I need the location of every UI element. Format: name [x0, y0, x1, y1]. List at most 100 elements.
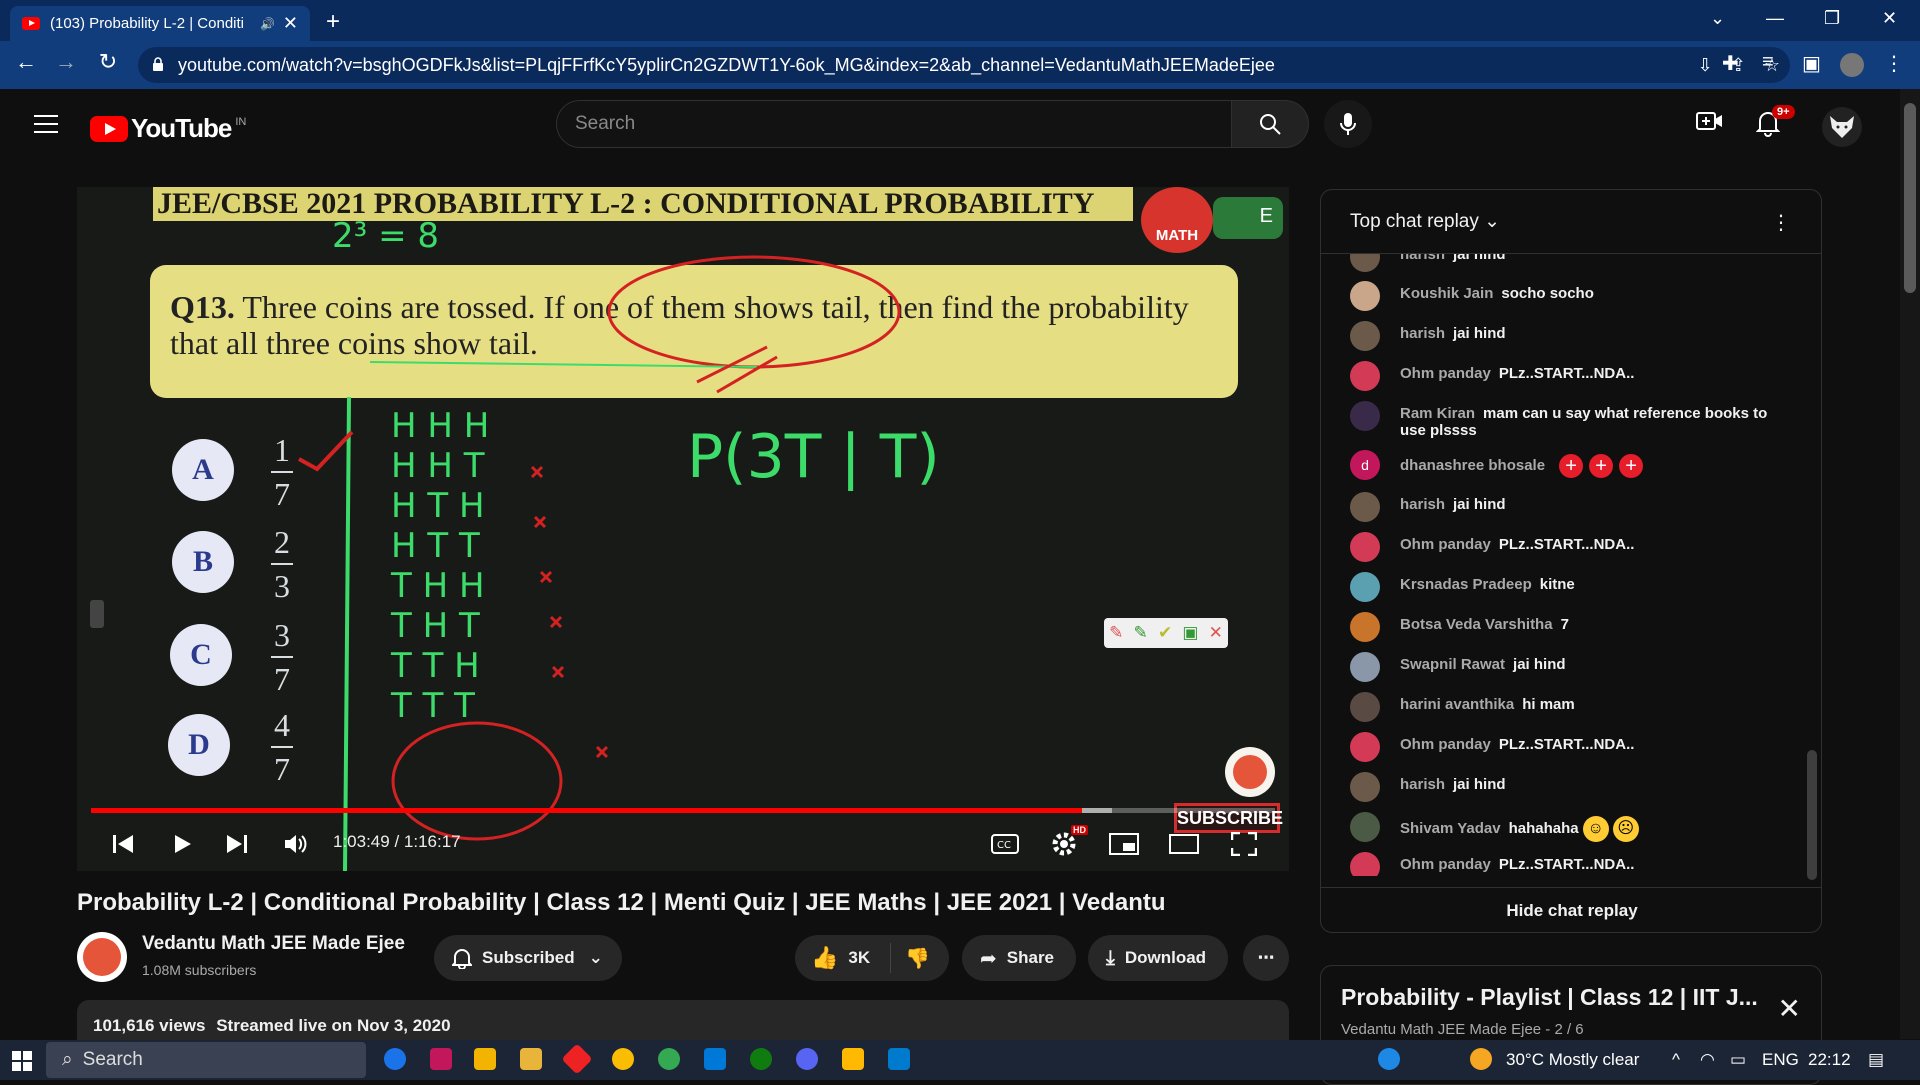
battery-icon[interactable]: ▭	[1730, 1050, 1746, 1070]
app-icon[interactable]	[430, 1048, 452, 1070]
chat-message[interactable]: harish jai hind	[1350, 254, 1780, 272]
theater-mode-button[interactable]	[1169, 823, 1199, 865]
page-scrollbar[interactable]	[1900, 89, 1920, 1039]
git-icon[interactable]	[561, 1043, 593, 1075]
language-indicator[interactable]: ENG	[1762, 1050, 1799, 1070]
monitor-app-icon[interactable]	[704, 1048, 726, 1070]
vscode-icon[interactable]	[888, 1048, 910, 1070]
like-dislike-group: 👍 3K 👎	[795, 935, 949, 981]
xbox-icon[interactable]	[750, 1048, 772, 1070]
chat-message[interactable]: Botsa Veda Varshitha 7	[1350, 612, 1780, 642]
channel-name[interactable]: Vedantu Math JEE Made Ejee	[142, 933, 405, 955]
chat-message[interactable]: harish jai hind	[1350, 321, 1780, 351]
chrome-profile-icon[interactable]	[658, 1048, 680, 1070]
clock[interactable]: 22:12	[1808, 1050, 1851, 1070]
discord-icon[interactable]	[796, 1048, 818, 1070]
chat-mode-dropdown[interactable]: Top chat replay ⌄	[1350, 210, 1500, 233]
subscribed-button[interactable]: Subscribed ⌄	[434, 935, 622, 981]
weather-text[interactable]: 30°C Mostly clear	[1506, 1050, 1639, 1070]
download-button[interactable]: ⤓ Download	[1088, 935, 1228, 981]
chat-message[interactable]: Koushik Jain socho socho	[1350, 281, 1780, 311]
chat-message[interactable]: Krsnadas Pradeep kitne	[1350, 572, 1780, 602]
chat-message[interactable]: Ram Kiran mam can u say what reference bo…	[1350, 401, 1780, 439]
new-tab-button[interactable]: +	[326, 8, 340, 36]
chat-message[interactable]: Ohm panday PLz..START...NDA..	[1350, 852, 1780, 876]
chat-message[interactable]: harish jai hind	[1350, 772, 1780, 802]
close-window-button[interactable]: ✕	[1882, 8, 1897, 29]
chat-message[interactable]: harish jai hind	[1350, 492, 1780, 522]
chat-message-body: harish jai hind	[1400, 776, 1506, 793]
youtube-logo[interactable]: YouTube IN	[90, 113, 246, 144]
search-input[interactable]: Search	[556, 100, 1232, 148]
chat-more-icon[interactable]: ⋮	[1771, 210, 1791, 235]
next-button[interactable]	[225, 823, 249, 865]
voice-search-button[interactable]	[1324, 100, 1372, 148]
chat-message[interactable]: Ohm panday PLz..START...NDA..	[1350, 361, 1780, 391]
like-button[interactable]: 👍 3K	[795, 943, 891, 973]
volume-button[interactable]	[283, 823, 309, 865]
wifi-icon[interactable]: ◠	[1700, 1050, 1715, 1070]
speaker-icon[interactable]: 🔊	[260, 17, 275, 31]
file-explorer-icon[interactable]	[520, 1048, 542, 1070]
channel-avatar[interactable]	[77, 932, 127, 982]
highlighter-tool-icon[interactable]: ✔	[1158, 623, 1172, 643]
share-button[interactable]: ➦ Share	[962, 935, 1076, 981]
notifications-icon[interactable]: ▤	[1868, 1050, 1884, 1070]
marker-tool-icon[interactable]: ✎	[1134, 623, 1148, 643]
media-queue-icon[interactable]: ≡	[1762, 51, 1774, 74]
tray-chevron-icon[interactable]: ^	[1672, 1050, 1680, 1070]
stack-app-icon[interactable]	[842, 1048, 864, 1070]
store-icon[interactable]	[474, 1048, 496, 1070]
close-playlist-icon[interactable]: ✕	[1778, 992, 1801, 1025]
edge-icon[interactable]	[384, 1048, 406, 1070]
chat-message-list[interactable]: harish jai hind Koushik Jain socho socho har…	[1321, 254, 1811, 876]
forward-button[interactable]: →	[46, 49, 86, 75]
settings-button[interactable]: HD	[1051, 823, 1088, 865]
taskbar-search[interactable]: ⌕ Search	[46, 1042, 366, 1078]
account-avatar[interactable]	[1822, 107, 1862, 147]
chat-message[interactable]: Shivam Yadav hahahaha ☺ ☹	[1350, 812, 1780, 842]
video-player[interactable]: JEE/CBSE 2021 PROBABILITY L-2 : CONDITIO…	[77, 187, 1289, 871]
windows-start-icon[interactable]	[12, 1051, 32, 1071]
playlist-title[interactable]: Probability - Playlist | Class 12 | IIT …	[1341, 984, 1761, 1011]
side-panel-icon[interactable]: ▣	[1802, 51, 1821, 76]
play-button[interactable]	[173, 823, 193, 865]
hide-chat-replay-button[interactable]: Hide chat replay	[1321, 887, 1821, 932]
install-app-icon[interactable]: ⇩	[1698, 55, 1713, 76]
scrollbar-thumb[interactable]	[1904, 103, 1916, 293]
side-drawer-handle[interactable]	[90, 600, 104, 628]
browser-menu-icon[interactable]: ⋮	[1884, 51, 1904, 76]
more-actions-button[interactable]: ⋯	[1243, 935, 1289, 981]
extensions-icon[interactable]: ✚	[1722, 51, 1739, 76]
reload-button[interactable]: ↻	[88, 49, 128, 75]
save-tool-icon[interactable]: ▣	[1182, 623, 1198, 643]
tab-close-icon[interactable]: ✕	[283, 13, 298, 34]
chat-message[interactable]: Ohm panday PLz..START...NDA..	[1350, 532, 1780, 562]
previous-button[interactable]	[111, 823, 135, 865]
search-button[interactable]	[1231, 100, 1309, 148]
minimize-button[interactable]: —	[1766, 8, 1784, 29]
chat-message[interactable]: Swapnil Rawat jai hind	[1350, 652, 1780, 682]
progress-bar[interactable]	[91, 808, 1275, 813]
chrome-icon[interactable]	[612, 1048, 634, 1070]
chat-message[interactable]: harini avanthika hi mam	[1350, 692, 1780, 722]
back-button[interactable]: ←	[6, 49, 46, 75]
chat-message[interactable]: d dhanashree bhosale + + +	[1350, 450, 1780, 480]
profile-avatar[interactable]	[1840, 53, 1864, 77]
miniplayer-button[interactable]	[1109, 823, 1139, 865]
restore-button[interactable]: ❐	[1824, 8, 1840, 29]
hamburger-menu-icon[interactable]	[34, 115, 58, 133]
pencil-tool-icon[interactable]: ✎	[1109, 623, 1123, 643]
chat-message[interactable]: Ohm panday PLz..START...NDA..	[1350, 732, 1780, 762]
create-video-icon[interactable]	[1696, 109, 1724, 133]
chat-scrollbar[interactable]	[1807, 750, 1817, 880]
captions-button[interactable]: CC	[991, 823, 1019, 865]
browser-tab[interactable]: (103) Probability L-2 | Conditi 🔊 ✕	[10, 6, 310, 41]
address-bar[interactable]: youtube.com/watch?v=bsghOGDFkJs&list=PLq…	[138, 47, 1790, 83]
fullscreen-button[interactable]	[1231, 823, 1257, 865]
dislike-button[interactable]: 👎	[891, 946, 930, 971]
url-text: youtube.com/watch?v=bsghOGDFkJs&list=PLq…	[178, 54, 1275, 75]
close-tool-icon[interactable]: ✕	[1209, 623, 1223, 643]
tab-search-chevron-icon[interactable]: ⌄	[1710, 8, 1725, 29]
help-icon[interactable]	[1378, 1048, 1400, 1070]
